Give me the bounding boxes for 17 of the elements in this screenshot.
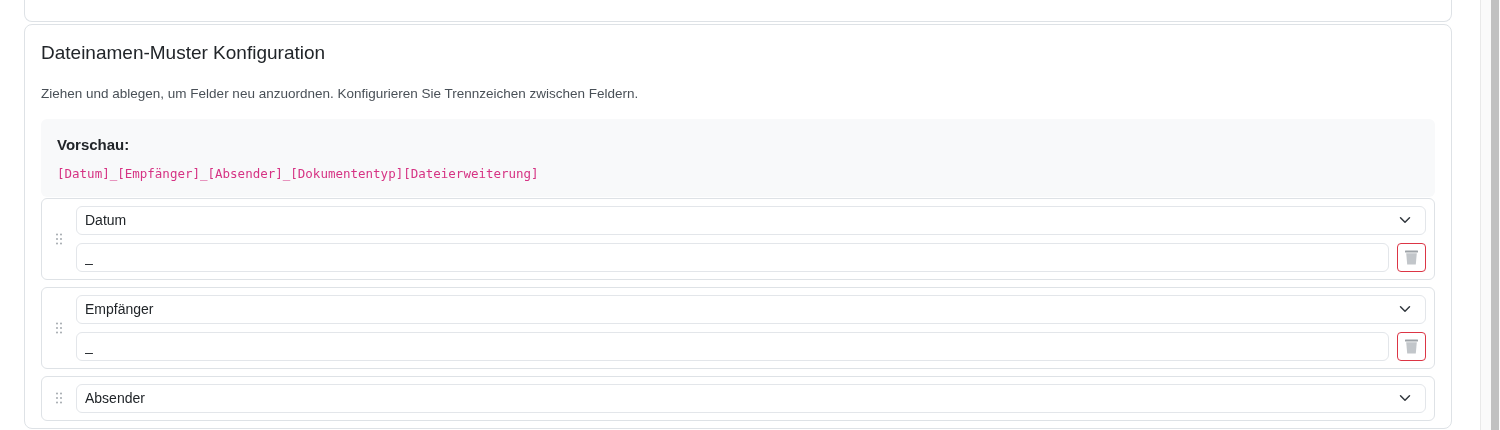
field-select[interactable]: Datum (76, 205, 1426, 235)
section-description: Ziehen und ablegen, um Felder neu anzuordnen. Konfigurieren Sie Trennzeichen zwischen Feldern. (41, 85, 640, 103)
separator-input[interactable]: _ (76, 242, 1389, 272)
field-select[interactable]: Empfänger (76, 294, 1426, 324)
separator-input[interactable]: _ (76, 331, 1389, 361)
delete-button[interactable] (1397, 331, 1426, 361)
scrollbar[interactable] (1480, 0, 1500, 430)
trash-icon (1405, 338, 1418, 354)
trash-icon (1405, 249, 1418, 265)
drag-handle-icon[interactable] (56, 232, 62, 245)
delete-button[interactable] (1397, 242, 1426, 272)
field-select[interactable]: Absender (76, 383, 1426, 413)
drag-handle-icon[interactable] (56, 392, 62, 404)
preview-label: Vorschau: (57, 135, 130, 155)
preview-pattern: [Datum]_[Empfänger]_[Absender]_[Dokumententyp][Dateierweiterung] (57, 164, 539, 183)
section-title: Dateinamen-Muster Konfiguration (41, 41, 327, 65)
drag-handle-icon[interactable] (56, 321, 62, 334)
